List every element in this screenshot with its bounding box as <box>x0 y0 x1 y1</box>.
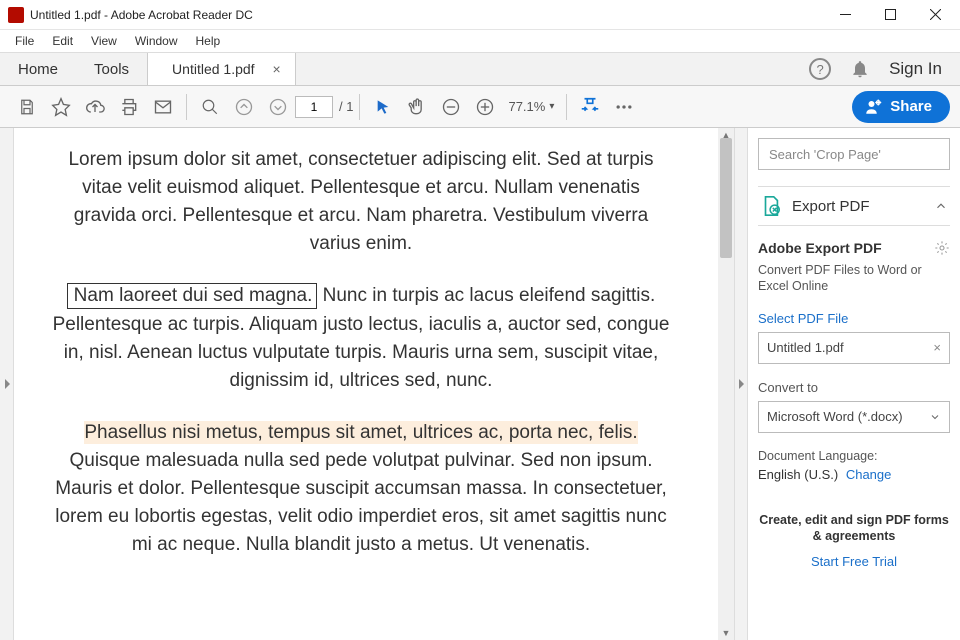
active-read-aloud-text: Nam laoreet dui sed magna. <box>67 283 318 309</box>
app-icon <box>8 7 24 23</box>
selected-file-box[interactable]: Untitled 1.pdf × <box>758 332 950 364</box>
sign-in-link[interactable]: Sign In <box>889 59 942 79</box>
menu-edit[interactable]: Edit <box>43 32 82 50</box>
adobe-export-subtitle: Convert PDF Files to Word or Excel Onlin… <box>758 262 950 295</box>
star-icon[interactable] <box>44 90 78 124</box>
menubar: File Edit View Window Help <box>0 30 960 52</box>
export-pdf-header[interactable]: Export PDF <box>758 186 950 226</box>
cloud-upload-icon[interactable] <box>78 90 112 124</box>
chevron-down-icon: ▾ <box>549 101 554 112</box>
promo-text: Create, edit and sign PDF forms & agreem… <box>758 512 950 545</box>
document-content: Lorem ipsum dolor sit amet, consectetuer… <box>14 128 718 559</box>
titlebar: Untitled 1.pdf - Adobe Acrobat Reader DC <box>0 0 960 30</box>
tools-panel: Search 'Crop Page' Export PDF Adobe Expo… <box>748 128 960 640</box>
menu-file[interactable]: File <box>6 32 43 50</box>
highlighted-text: Phasellus nisi metus, tempus sit amet, u… <box>84 421 637 444</box>
select-file-label: Select PDF File <box>758 311 950 326</box>
page-number-input[interactable] <box>295 96 333 118</box>
fit-width-icon[interactable] <box>573 90 607 124</box>
zoom-dropdown[interactable]: 77.1% ▾ <box>502 99 560 114</box>
tab-home[interactable]: Home <box>0 53 76 85</box>
scrollbar-thumb[interactable] <box>720 138 732 258</box>
language-value: English (U.S.) <box>758 467 838 482</box>
paragraph-3: Phasellus nisi metus, tempus sit amet, u… <box>52 419 670 560</box>
tab-row: Home Tools Untitled 1.pdf × ? Sign In <box>0 52 960 86</box>
save-icon[interactable] <box>10 90 44 124</box>
start-trial-link[interactable]: Start Free Trial <box>758 554 950 569</box>
zoom-in-icon[interactable] <box>468 90 502 124</box>
nav-pane-toggle[interactable] <box>0 128 14 640</box>
close-tab-icon[interactable]: × <box>273 61 281 77</box>
body-area: Lorem ipsum dolor sit amet, consectetuer… <box>0 128 960 640</box>
page-up-icon[interactable] <box>227 90 261 124</box>
document-view[interactable]: Lorem ipsum dolor sit amet, consectetuer… <box>14 128 734 640</box>
menu-help[interactable]: Help <box>187 32 230 50</box>
maximize-button[interactable] <box>868 0 913 30</box>
email-icon[interactable] <box>146 90 180 124</box>
zoom-out-icon[interactable] <box>434 90 468 124</box>
settings-gear-icon[interactable] <box>934 240 950 256</box>
tab-tools[interactable]: Tools <box>76 53 147 85</box>
share-person-icon <box>864 98 882 116</box>
search-icon[interactable] <box>193 90 227 124</box>
menu-window[interactable]: Window <box>126 32 187 50</box>
tab-document-label: Untitled 1.pdf <box>172 61 255 77</box>
chevron-up-icon <box>934 199 948 213</box>
zoom-value: 77.1% <box>508 99 545 114</box>
toolbar: / 1 77.1% ▾ Share <box>0 86 960 128</box>
arrow-select-icon[interactable] <box>366 90 400 124</box>
tools-pane-toggle[interactable] <box>734 128 748 640</box>
page-down-icon[interactable] <box>261 90 295 124</box>
print-icon[interactable] <box>112 90 146 124</box>
tools-search-input[interactable]: Search 'Crop Page' <box>758 138 950 170</box>
paragraph-2: Nam laoreet dui sed magna. Nunc in turpi… <box>52 282 670 394</box>
chevron-down-icon <box>929 411 941 423</box>
help-icon[interactable]: ? <box>809 58 831 80</box>
change-language-link[interactable]: Change <box>846 467 892 482</box>
convert-format-value: Microsoft Word (*.docx) <box>767 409 903 424</box>
language-label: Document Language: <box>758 449 950 463</box>
page-total-label: / 1 <box>339 99 353 114</box>
bell-icon[interactable] <box>847 56 873 82</box>
close-button[interactable] <box>913 0 958 30</box>
clear-file-icon[interactable]: × <box>933 340 941 355</box>
share-label: Share <box>890 98 932 115</box>
more-tools-icon[interactable] <box>607 90 641 124</box>
export-pdf-icon <box>760 195 782 217</box>
menu-view[interactable]: View <box>82 32 126 50</box>
minimize-button[interactable] <box>823 0 868 30</box>
export-pdf-label: Export PDF <box>792 198 934 215</box>
scroll-down-arrow[interactable]: ▼ <box>718 626 734 640</box>
paragraph-1: Lorem ipsum dolor sit amet, consectetuer… <box>52 146 670 258</box>
window-title: Untitled 1.pdf - Adobe Acrobat Reader DC <box>30 8 253 22</box>
search-placeholder: Search 'Crop Page' <box>769 147 881 162</box>
convert-format-dropdown[interactable]: Microsoft Word (*.docx) <box>758 401 950 433</box>
share-button[interactable]: Share <box>852 91 950 123</box>
vertical-scrollbar[interactable]: ▲ ▼ <box>718 128 734 640</box>
tab-document[interactable]: Untitled 1.pdf × <box>147 53 296 85</box>
paragraph-3-rest: Quisque malesuada nulla sed pede volutpa… <box>55 450 666 555</box>
hand-tool-icon[interactable] <box>400 90 434 124</box>
adobe-export-title: Adobe Export PDF <box>758 240 950 256</box>
language-row: English (U.S.) Change <box>758 467 950 482</box>
convert-to-label: Convert to <box>758 380 950 395</box>
selected-file-name: Untitled 1.pdf <box>767 340 844 355</box>
